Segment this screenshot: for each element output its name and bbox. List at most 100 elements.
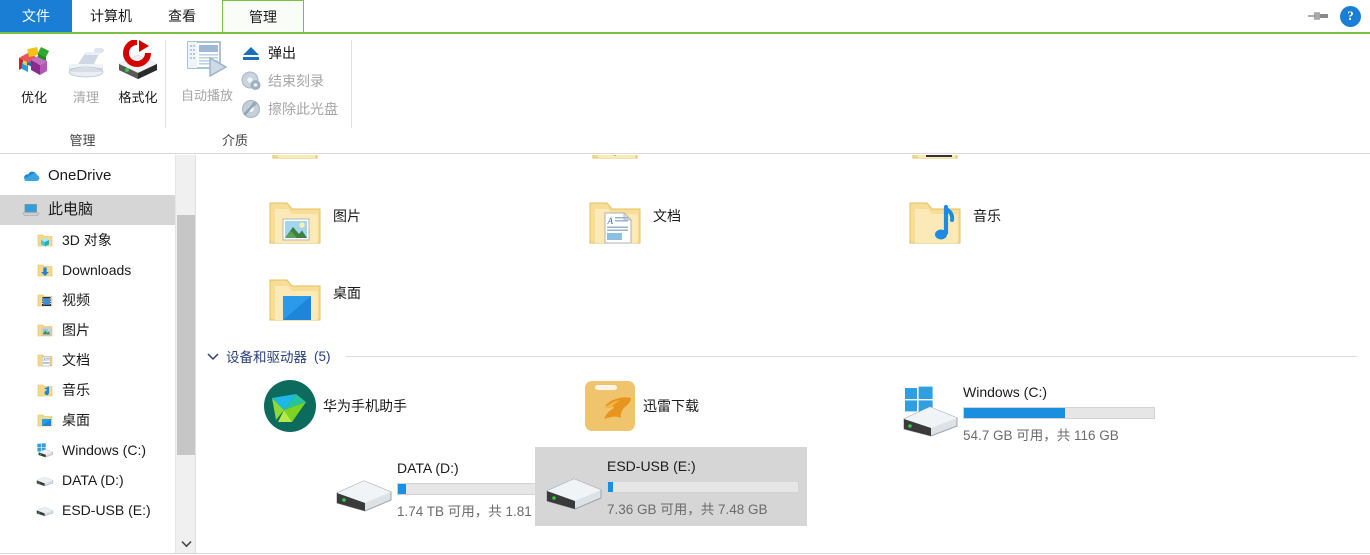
cleanup-icon: [64, 40, 108, 82]
sidebar-item-3d-objects[interactable]: 3D 对象: [0, 225, 175, 255]
drive-icon: [331, 455, 397, 513]
optimize-label: 优化: [20, 90, 47, 105]
drive-capacity-fill: [608, 482, 613, 492]
tab-computer[interactable]: 计算机: [72, 0, 150, 32]
drive-icon: [36, 501, 54, 519]
device-tile-thunder-download[interactable]: 迅雷下载: [577, 377, 699, 435]
optimize-icon: [14, 40, 54, 82]
folder-documents-icon: A: [577, 193, 653, 253]
sidebar-label-desktop: 桌面: [62, 412, 90, 428]
group-header-devices-and-drives[interactable]: 设备和驱动器 (5): [207, 345, 1357, 367]
drive-capacity-bar: [963, 407, 1155, 419]
svg-text:A: A: [607, 216, 614, 226]
sidebar-item-pictures[interactable]: 图片: [0, 315, 175, 345]
sidebar-label-data-d: DATA (D:): [62, 472, 124, 488]
folder-pictures-icon: [257, 193, 333, 253]
navigation-scrollbar[interactable]: [176, 155, 196, 555]
navigation-pane[interactable]: 快速访问 OneDrive 此电脑: [0, 155, 176, 553]
folder-tile-3d-objects[interactable]: 3D 对象: [257, 155, 383, 169]
file-explorer-window: 文件 计算机 查看 管理 ? 优化 清理 格式化 管理 自动播放 弹出 结束刻录…: [0, 0, 1370, 555]
folder-tile-downloads[interactable]: Downloads: [577, 155, 722, 169]
sidebar-label-this-pc: 此电脑: [48, 201, 94, 218]
navigation-scrollbar-thumb[interactable]: [177, 215, 195, 455]
folder-tile-videos[interactable]: 视频: [897, 155, 1001, 169]
autoplay-button[interactable]: 自动播放: [174, 34, 240, 104]
finish-burning-label: 结束刻录: [268, 72, 324, 89]
finish-burning-icon: [240, 70, 262, 92]
tab-view[interactable]: 查看: [150, 0, 214, 32]
chevron-down-icon[interactable]: [207, 350, 219, 362]
help-icon[interactable]: ?: [1340, 5, 1361, 27]
sidebar-label-videos: 视频: [62, 292, 90, 308]
tab-manage[interactable]: 管理: [222, 0, 304, 32]
tab-file[interactable]: 文件: [0, 0, 72, 32]
erase-disc-button[interactable]: 擦除此光盘: [240, 96, 338, 121]
folder-tile-pictures[interactable]: 图片: [257, 193, 361, 253]
sidebar-label-quick-access: 快速访问: [48, 155, 108, 157]
sidebar-item-this-pc[interactable]: 此电脑: [0, 195, 175, 225]
drive-name: ESD-USB (E:): [607, 458, 696, 474]
eject-button[interactable]: 弹出: [240, 40, 338, 65]
folder-music-icon: [36, 381, 54, 399]
cleanup-button[interactable]: 清理: [60, 34, 112, 106]
erase-disc-label: 擦除此光盘: [268, 100, 338, 117]
device-tile-huawei-hisuite[interactable]: 华为手机助手: [257, 377, 407, 435]
sidebar-item-esd-usb-e[interactable]: ESD-USB (E:): [0, 495, 175, 525]
ribbon-group-manage-label: 管理: [69, 133, 96, 148]
folder-tile-music[interactable]: 音乐: [897, 193, 1001, 253]
sidebar-label-music: 音乐: [62, 382, 90, 398]
ribbon-separator-2: [351, 40, 352, 128]
pin-icon[interactable]: [1308, 9, 1330, 23]
chevron-down-icon[interactable]: [176, 533, 196, 555]
sidebar-item-data-d[interactable]: DATA (D:): [0, 465, 175, 495]
device-name: 华为手机助手: [323, 398, 407, 414]
group-rule: [345, 355, 1357, 357]
drive-icon: [36, 471, 54, 489]
drive-info: ESD-USB (E:) 7.36 GB 可用，共 7.48 GB: [607, 453, 799, 518]
sidebar-item-desktop[interactable]: 桌面: [0, 405, 175, 435]
format-label: 格式化: [118, 90, 158, 105]
ribbon-group-media-label: 介质: [222, 133, 249, 148]
ribbon-tabstrip: 文件 计算机 查看 管理 ?: [0, 0, 1370, 32]
drive-name: Windows (C:): [963, 384, 1048, 400]
erase-disc-icon: [240, 98, 262, 120]
folder-tile-desktop[interactable]: 桌面: [257, 270, 361, 330]
drive-free-space: 7.36 GB 可用，共 7.48 GB: [607, 502, 768, 517]
drive-capacity-fill: [964, 408, 1065, 418]
drive-windows-icon: [36, 441, 54, 459]
sidebar-item-onedrive[interactable]: OneDrive: [0, 157, 175, 195]
cleanup-label: 清理: [72, 90, 99, 105]
items-view[interactable]: 3D 对象 Downloads: [197, 155, 1370, 553]
folder-name: 文档: [653, 208, 681, 224]
sidebar-label-windows-c: Windows (C:): [62, 442, 147, 458]
sidebar-item-videos[interactable]: 视频: [0, 285, 175, 315]
folder-desktop-icon: [36, 411, 54, 429]
tabstrip-right-controls: ?: [1308, 0, 1370, 32]
sidebar-label-esd-usb-e: ESD-USB (E:): [62, 502, 151, 518]
drive-free-space: 54.7 GB 可用，共 116 GB: [963, 428, 1119, 443]
drive-capacity-bar: [607, 481, 799, 493]
folder-downloads-icon: [36, 261, 54, 279]
sidebar-item-music[interactable]: 音乐: [0, 375, 175, 405]
format-icon: [115, 40, 161, 82]
sidebar-item-documents[interactable]: A 文档: [0, 345, 175, 375]
sidebar-item-windows-c[interactable]: Windows (C:): [0, 435, 175, 465]
sidebar-item-downloads[interactable]: Downloads: [0, 255, 175, 285]
finish-burning-button[interactable]: 结束刻录: [240, 68, 338, 93]
drive-info: Windows (C:) 54.7 GB 可用，共 116 GB: [963, 379, 1155, 444]
group-title: 设备和驱动器: [226, 350, 307, 365]
folder-name: 音乐: [973, 208, 1001, 224]
folder-tile-documents[interactable]: A 文档: [577, 193, 681, 253]
drive-tile-windows-c[interactable]: Windows (C:) 54.7 GB 可用，共 116 GB: [891, 373, 1163, 452]
optimize-button[interactable]: 优化: [8, 34, 60, 106]
folder-downloads-icon: [577, 155, 653, 169]
autoplay-icon: [185, 38, 229, 80]
folder-documents-icon: A: [36, 351, 54, 369]
folder-3d-objects-icon: [36, 231, 54, 249]
format-button[interactable]: 格式化: [112, 34, 164, 106]
sidebar-label-pictures: 图片: [62, 322, 90, 338]
sidebar-label-documents: 文档: [62, 352, 90, 368]
thunder-download-icon: [577, 377, 643, 435]
drive-tile-esd-usb-e[interactable]: ESD-USB (E:) 7.36 GB 可用，共 7.48 GB: [535, 447, 807, 526]
drive-capacity-fill: [398, 484, 406, 494]
